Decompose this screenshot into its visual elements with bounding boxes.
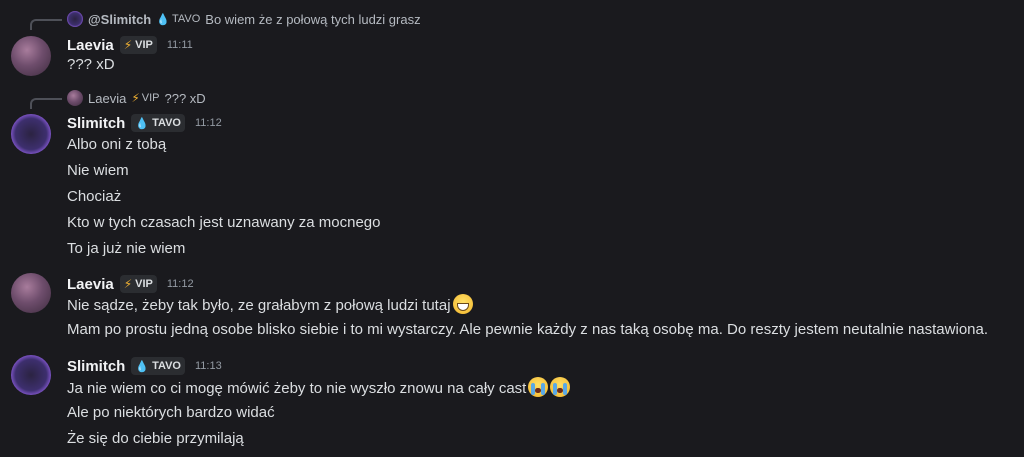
message-line: Mam po prostu jedną osobe blisko siebie … <box>67 321 989 338</box>
username[interactable]: Laevia <box>67 37 114 54</box>
reply-preview[interactable]: @Slimitch 💧 TAVO Bo wiem że z połową tych… <box>67 11 421 27</box>
reply-connector <box>30 98 62 109</box>
role-badge: ⚡ VIP <box>119 36 157 54</box>
message-line: To ja już nie wiem <box>67 240 186 257</box>
message-line: Kto w tych czasach jest uznawany za mocn… <box>67 214 381 231</box>
avatar[interactable] <box>11 355 51 395</box>
reply-avatar <box>67 90 83 106</box>
sobbing-face-emoji <box>528 377 549 397</box>
reply-text: Bo wiem że z połową tych ludzi grasz <box>205 11 421 27</box>
message-line: ??? xD <box>67 56 115 73</box>
message-line: Że się do ciebie przymilają <box>67 430 244 447</box>
timestamp: 11:12 <box>195 117 222 129</box>
reply-preview[interactable]: Laevia ⚡ VIP ??? xD <box>67 90 206 106</box>
reply-tag: ⚡ VIP <box>131 91 160 105</box>
message-header: Slimitch 💧 TAVO 11:12 <box>67 114 222 132</box>
lightning-icon: ⚡ <box>123 277 133 291</box>
grinning-face-emoji <box>452 294 473 314</box>
sobbing-face-emoji <box>550 377 571 397</box>
reply-tag: 💧 TAVO <box>156 13 201 26</box>
message-line: Albo oni z tobą <box>67 136 167 153</box>
message-header: Laevia ⚡ VIP 11:12 <box>67 275 194 293</box>
message-header: Slimitch 💧 TAVO 11:13 <box>67 357 222 375</box>
message-line: Nie sądze, żeby tak było, ze grałabym z … <box>67 294 473 314</box>
reply-author[interactable]: @Slimitch <box>88 12 151 27</box>
timestamp: 11:12 <box>166 278 194 290</box>
droplet-icon: 💧 <box>156 13 170 26</box>
role-badge: ⚡ VIP <box>119 275 157 293</box>
droplet-icon: 💧 <box>135 117 150 130</box>
role-badge: 💧 TAVO <box>131 114 185 132</box>
role-badge: 💧 TAVO <box>131 357 185 375</box>
reply-connector <box>30 19 62 30</box>
message-line: Ale po niektórych bardzo widać <box>67 404 275 421</box>
message-line: Nie wiem <box>67 162 129 179</box>
username[interactable]: Slimitch <box>67 358 125 375</box>
droplet-icon: 💧 <box>135 360 150 373</box>
message-line: Ja nie wiem co ci mogę mówić żeby to nie… <box>67 377 571 397</box>
avatar[interactable] <box>11 273 51 313</box>
timestamp: 11:13 <box>195 360 222 372</box>
username[interactable]: Laevia <box>67 276 114 293</box>
message-header: Laevia ⚡ VIP 11:11 <box>67 36 193 54</box>
username[interactable]: Slimitch <box>67 115 125 132</box>
lightning-icon: ⚡ <box>131 91 140 105</box>
timestamp: 11:11 <box>166 39 193 51</box>
message-line: Chociaż <box>67 188 122 205</box>
avatar[interactable] <box>11 36 51 76</box>
reply-avatar <box>67 11 83 27</box>
reply-author[interactable]: Laevia <box>88 91 126 106</box>
lightning-icon: ⚡ <box>123 38 133 52</box>
avatar[interactable] <box>11 114 51 154</box>
reply-text: ??? xD <box>164 90 206 106</box>
